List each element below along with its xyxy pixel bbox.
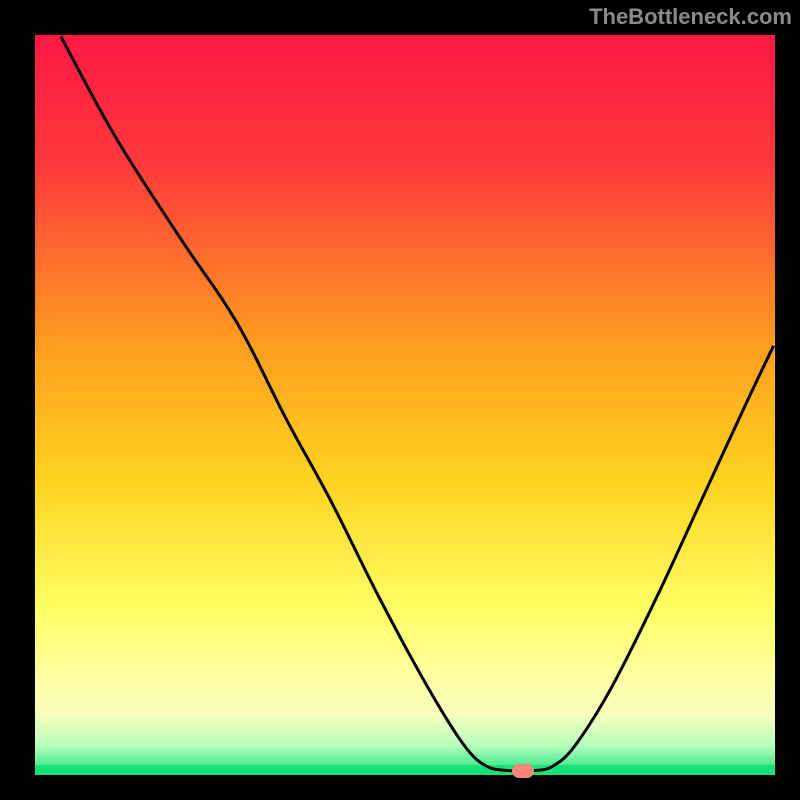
gradient-background [35, 35, 775, 775]
watermark-text: TheBottleneck.com [589, 4, 792, 30]
baseline-strip [35, 765, 775, 775]
optimal-marker [512, 764, 534, 778]
chart-svg [35, 35, 775, 775]
chart-container: TheBottleneck.com [0, 0, 800, 800]
plot-area [35, 35, 775, 775]
